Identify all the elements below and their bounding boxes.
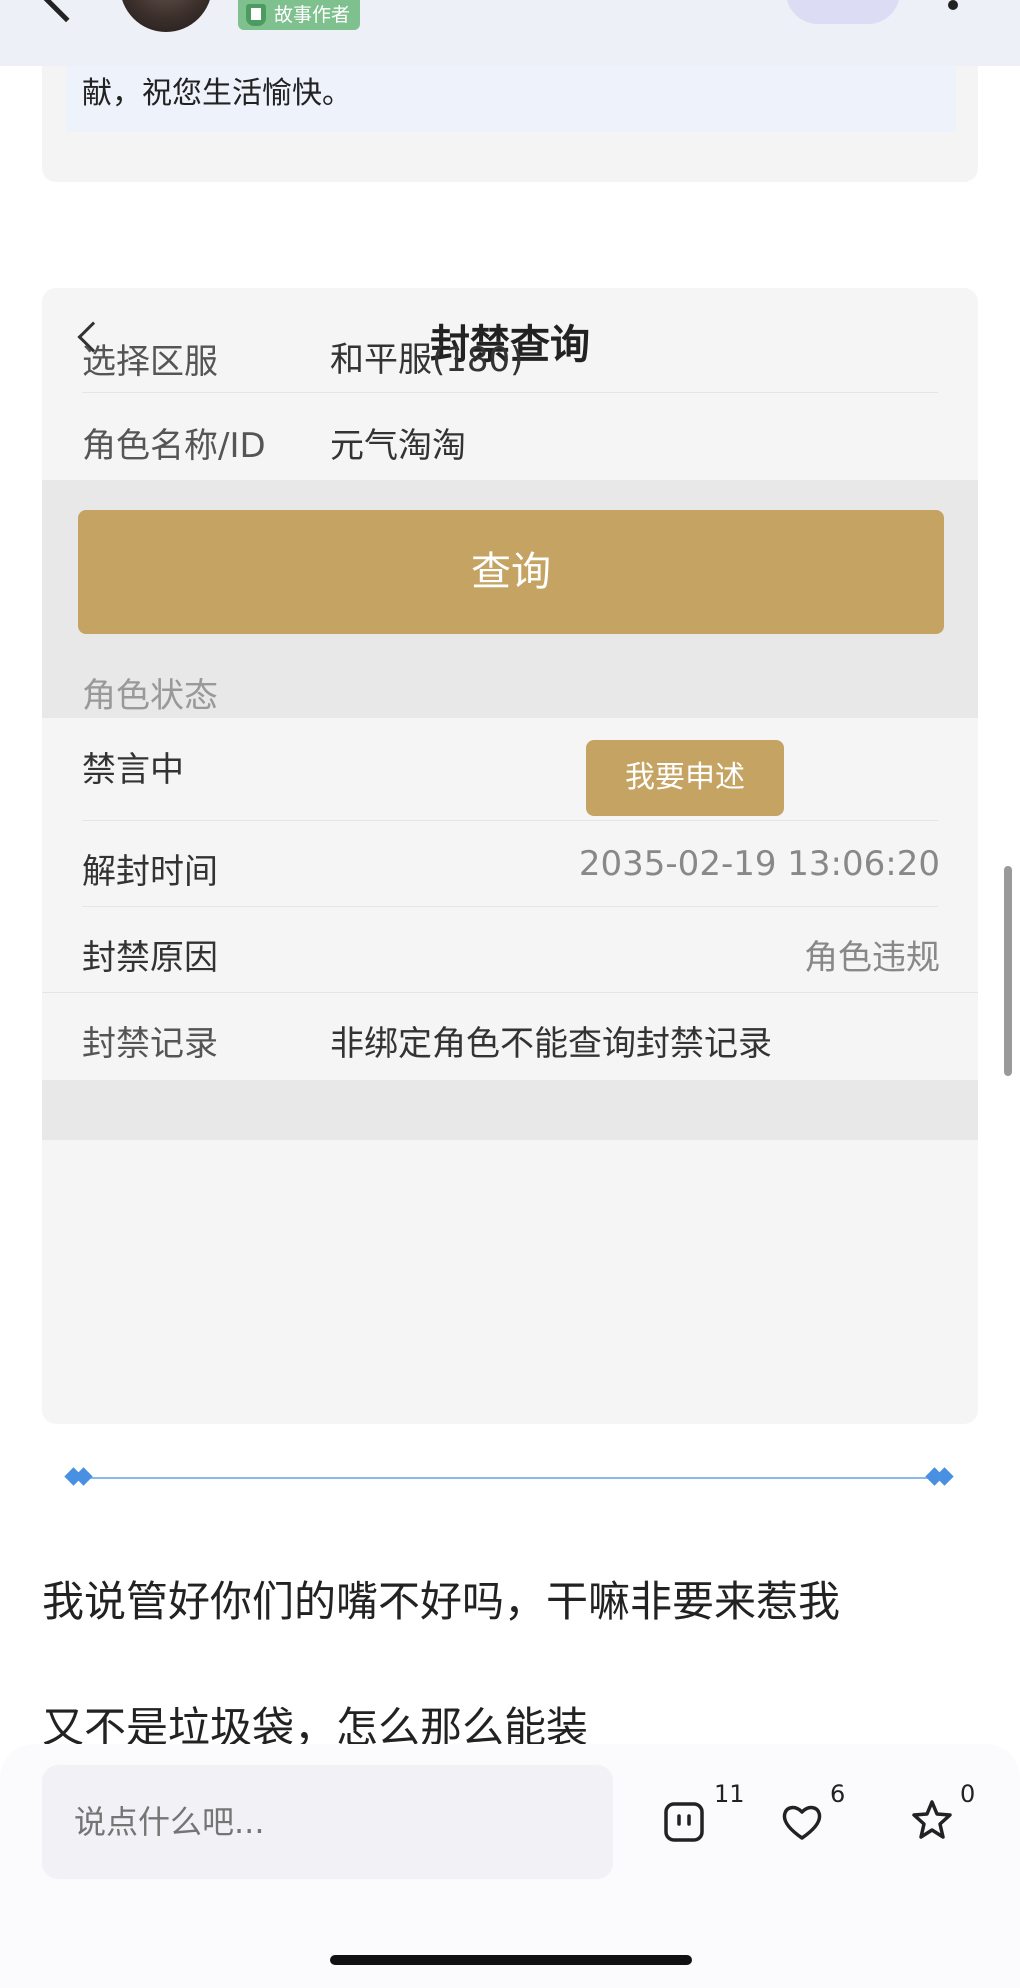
divider [82, 392, 938, 393]
role-value: 元气淘淘 [330, 426, 466, 466]
divider [82, 906, 938, 907]
server-value: 和平服(180) [330, 340, 524, 380]
like-count: 6 [830, 1780, 846, 1808]
server-label: 选择区服 [82, 342, 218, 382]
appeal-button: 我要申述 [586, 740, 784, 816]
unban-time-label: 解封时间 [82, 852, 218, 892]
role-label: 角色名称/ID [82, 426, 266, 466]
status-section-header: 角色状态 [82, 676, 218, 716]
scrollbar-thumb[interactable] [1004, 866, 1012, 1076]
ban-reason-label: 封禁原因 [82, 938, 218, 978]
card-footer [42, 1080, 978, 1140]
comment-input[interactable] [42, 1765, 613, 1879]
author-badge-label: 故事作者 [274, 4, 351, 26]
ban-record-value: 非绑定角色不能查询封禁记录 [330, 1024, 772, 1064]
home-indicator[interactable] [330, 1955, 692, 1965]
decorative-separator [80, 1477, 940, 1479]
ban-query-screenshot: 封禁查询 选择区服 和平服(180) 角色名称/ID 元气淘淘 查询 角色状态 … [42, 288, 978, 1424]
comment-count: 11 [714, 1780, 745, 1808]
divider [42, 992, 978, 993]
post-text-line: 我说管好你们的嘴不好吗，干嘛非要来惹我 [42, 1577, 841, 1626]
ban-reason-value: 角色违规 [804, 938, 940, 978]
more-options-icon[interactable] [948, 0, 958, 10]
follow-button[interactable] [786, 0, 900, 24]
status-value: 禁言中 [82, 750, 184, 790]
top-bar: 故事作者 [0, 0, 1020, 66]
author-badge-icon [246, 4, 266, 26]
divider [82, 820, 938, 821]
query-button: 查询 [78, 510, 944, 634]
favorite-star-icon[interactable] [910, 1798, 954, 1842]
ban-record-label: 封禁记录 [82, 1024, 218, 1064]
back-arrow-icon[interactable] [37, 0, 95, 23]
favorite-count: 0 [960, 1780, 976, 1808]
author-avatar[interactable] [120, 0, 212, 32]
author-badge: 故事作者 [238, 0, 361, 30]
comment-icon[interactable] [662, 1800, 706, 1844]
previous-note-text: 献，祝您生活愉快。 [66, 66, 956, 132]
like-heart-icon[interactable] [780, 1800, 824, 1844]
unban-time-value: 2035-02-19 13:06:20 [578, 844, 940, 884]
